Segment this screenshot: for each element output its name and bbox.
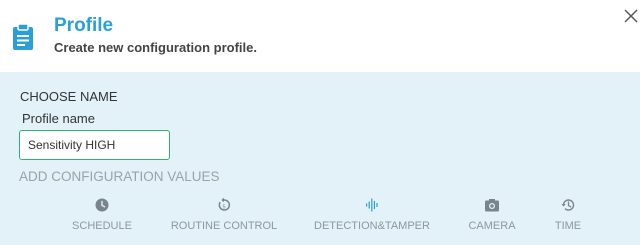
config-values-heading: ADD CONFIGURATION VALUES xyxy=(19,169,220,184)
dialog-header: Profile Create new configuration profile… xyxy=(0,0,640,72)
camera-icon xyxy=(485,199,499,212)
history-icon xyxy=(561,199,575,211)
profile-name-label: Profile name xyxy=(22,111,95,126)
tab-label: DETECTION&TAMPER xyxy=(314,220,430,232)
profile-form-panel: CHOOSE NAME Profile name ADD CONFIGURATI… xyxy=(0,72,640,245)
tab-label: ROUTINE CONTROL xyxy=(170,220,278,232)
waveform-icon xyxy=(366,198,378,212)
clipboard-icon xyxy=(13,23,33,50)
config-tabs: SCHEDULE 5 ROUTINE CONTROL DETECTION&TAM… xyxy=(0,189,640,245)
tab-label: CAMERA xyxy=(468,220,516,232)
clock-icon xyxy=(95,198,109,212)
tab-camera[interactable]: CAMERA xyxy=(464,189,520,245)
close-icon[interactable] xyxy=(622,7,640,25)
tab-time[interactable]: TIME xyxy=(546,189,590,245)
page-title: Profile xyxy=(54,15,114,36)
tab-label: TIME xyxy=(554,220,582,232)
page-subtitle: Create new configuration profile. xyxy=(54,40,257,55)
tab-label: SCHEDULE xyxy=(72,220,132,232)
routine-icon: 5 xyxy=(218,197,231,211)
tab-schedule[interactable]: SCHEDULE xyxy=(62,189,142,245)
tab-detection-tamper[interactable]: DETECTION&TAMPER xyxy=(312,189,432,245)
svg-text:5: 5 xyxy=(222,204,225,210)
choose-name-heading: CHOOSE NAME xyxy=(20,89,118,104)
profile-name-input[interactable] xyxy=(19,130,170,160)
tab-routine-control[interactable]: 5 ROUTINE CONTROL xyxy=(170,189,278,245)
